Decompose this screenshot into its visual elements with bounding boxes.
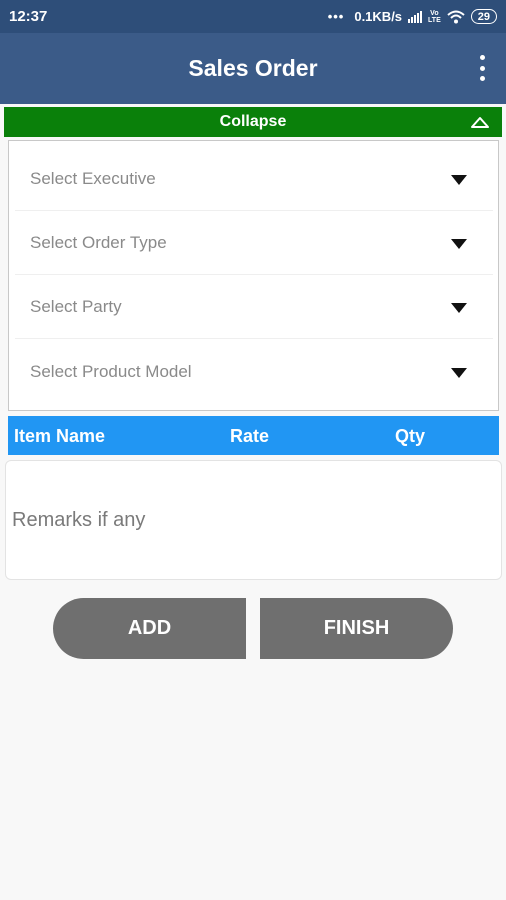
order-type-dropdown-label: Select Order Type (30, 232, 167, 252)
column-rate: Rate (230, 426, 270, 446)
remarks-input[interactable] (12, 509, 492, 532)
finish-button[interactable]: FINISH (260, 598, 453, 659)
status-time: 12:37 (9, 8, 48, 25)
status-icons: ••• 0.1KB/s Vo LTE 29 (328, 9, 497, 24)
battery-icon: 29 (470, 9, 497, 24)
dropdown-arrow-icon (451, 368, 467, 378)
battery-level: 29 (477, 10, 490, 23)
product-model-dropdown[interactable]: Select Product Model (15, 340, 493, 404)
product-model-dropdown-label: Select Product Model (30, 362, 192, 381)
triangle-up-icon (471, 117, 489, 128)
order-type-dropdown[interactable]: Select Order Type (15, 211, 493, 275)
more-vert-icon[interactable] (478, 55, 486, 81)
dropdown-arrow-icon (451, 303, 467, 313)
executive-dropdown[interactable]: Select Executive (15, 147, 493, 211)
column-qty: Qty (395, 426, 426, 446)
volte-icon: Vo LTE (428, 9, 441, 24)
page-title: Sales Order (188, 55, 318, 81)
network-speed: 0.1KB/s (354, 9, 403, 24)
add-button[interactable]: ADD (53, 598, 246, 659)
app-bar: Sales Order (0, 33, 506, 104)
column-item-name: Item Name (14, 426, 106, 446)
signal-icon (408, 10, 423, 23)
party-dropdown-label: Select Party (30, 296, 122, 316)
wifi-icon (447, 10, 465, 23)
collapse-toggle[interactable]: Collapse (4, 107, 502, 137)
party-dropdown[interactable]: Select Party (15, 275, 493, 339)
status-bar: 12:37 ••• 0.1KB/s Vo LTE 29 (0, 0, 506, 33)
dropdown-arrow-icon (451, 239, 467, 249)
order-filter-card: Select Executive Select Order Type Selec… (8, 140, 499, 411)
notification-dots: ••• (327, 9, 345, 24)
collapse-label: Collapse (219, 113, 287, 130)
dropdown-arrow-icon (451, 175, 467, 185)
items-table-header: Item Name Rate Qty (8, 416, 499, 455)
remarks-box (5, 460, 502, 580)
executive-dropdown-label: Select Executive (30, 168, 156, 188)
